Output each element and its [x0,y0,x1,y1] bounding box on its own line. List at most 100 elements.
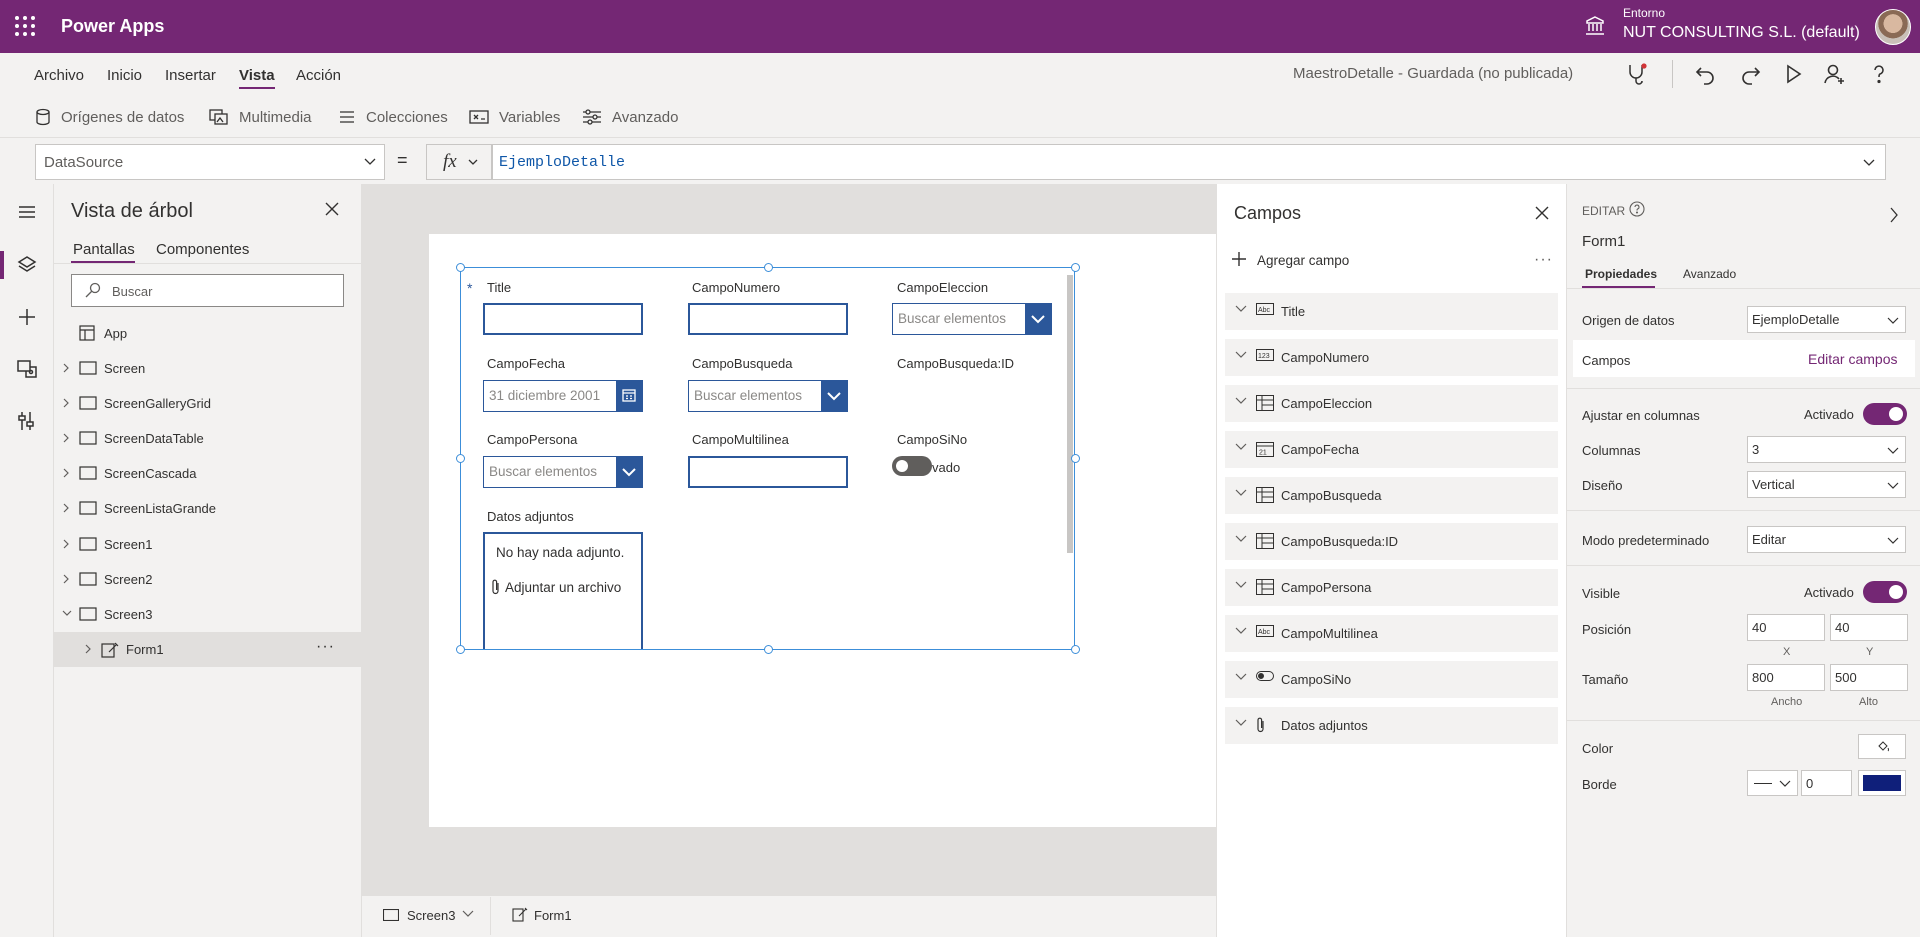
chevron-right-icon[interactable] [62,433,70,443]
field-row[interactable]: CampoBusqueda:ID [1225,523,1558,560]
ribbon-variables[interactable]: Variables [469,106,560,128]
layout-dropdown[interactable]: Vertical [1747,471,1906,498]
resize-handle[interactable] [1071,645,1080,654]
chevron-right-icon[interactable] [62,398,70,408]
tab-componentes[interactable]: Componentes [156,241,249,258]
menu-insertar[interactable]: Insertar [165,67,216,84]
field-row[interactable]: Abc Title [1225,293,1558,330]
chevron-down-icon[interactable] [1235,305,1247,313]
ribbon-multimedia[interactable]: Multimedia [209,106,312,128]
border-width-input[interactable]: 0 [1801,770,1852,796]
chevron-right-icon[interactable] [1889,207,1899,223]
fx-button[interactable]: fx [426,144,492,180]
data-source-dropdown[interactable]: EjemploDetalle [1747,306,1906,333]
breadcrumb-control[interactable]: Form1 [534,908,572,923]
border-color-picker[interactable] [1858,770,1906,796]
environment-name[interactable]: NUT CONSULTING S.L. (default) [1623,24,1860,42]
undo-icon[interactable] [1692,60,1720,88]
tab-avanzado[interactable]: Avanzado [1683,267,1736,281]
add-field-button[interactable]: Agregar campo [1257,253,1349,268]
menu-inicio[interactable]: Inicio [107,67,142,84]
resize-handle[interactable] [456,645,465,654]
resize-handle[interactable] [764,263,773,272]
tree-item-screenlistagrande[interactable]: ScreenListaGrande [54,491,362,526]
tree-item-app[interactable]: App [54,316,362,351]
expand-formula-icon[interactable] [1863,159,1875,167]
resize-handle[interactable] [1071,454,1080,463]
resize-handle[interactable] [456,454,465,463]
formula-input[interactable]: EjemploDetalle [492,144,1886,180]
tree-item-screen1[interactable]: Screen1 [54,527,362,562]
tree-item-screendatatable[interactable]: ScreenDataTable [54,421,362,456]
resize-handle[interactable] [764,645,773,654]
chevron-right-icon[interactable] [84,644,92,654]
menu-vista[interactable]: Vista [239,67,275,84]
chevron-down-icon[interactable] [1235,489,1247,497]
snap-columns-toggle[interactable] [1863,403,1907,425]
field-row[interactable]: CampoBusqueda [1225,477,1558,514]
chevron-right-icon[interactable] [62,574,70,584]
more-options-icon[interactable]: ··· [316,638,335,656]
resize-handle[interactable] [1071,263,1080,272]
chevron-right-icon[interactable] [62,468,70,478]
tree-item-screencascada[interactable]: ScreenCascada [54,456,362,491]
chevron-down-icon[interactable] [1235,719,1247,727]
menu-accion[interactable]: Acción [296,67,341,84]
more-options-icon[interactable]: ··· [1534,251,1553,269]
field-row[interactable]: Datos adjuntos [1225,707,1558,744]
chevron-down-icon[interactable] [462,910,474,918]
help-circle-icon[interactable] [1629,201,1645,217]
close-icon[interactable] [325,202,339,216]
chevron-right-icon[interactable] [62,503,70,513]
tree-search-input[interactable]: Buscar [71,274,344,307]
data-media-icon[interactable] [15,357,39,381]
field-row[interactable]: Abc CampoMultilinea [1225,615,1558,652]
play-icon[interactable] [1779,60,1807,88]
app-checker-icon[interactable] [1622,60,1650,88]
form-selection-frame[interactable] [460,267,1075,650]
color-picker[interactable] [1858,734,1906,759]
share-user-icon[interactable] [1821,60,1849,88]
chevron-right-icon[interactable] [62,363,70,373]
field-row[interactable]: CampoSiNo [1225,661,1558,698]
tree-item-form1[interactable]: Form1 ··· [54,632,362,667]
redo-icon[interactable] [1736,60,1764,88]
field-row[interactable]: CampoPersona [1225,569,1558,606]
chevron-down-icon[interactable] [1235,443,1247,451]
close-icon[interactable] [1535,206,1549,220]
chevron-down-icon[interactable] [1235,351,1247,359]
chevron-right-icon[interactable] [62,539,70,549]
position-x-input[interactable]: 40 [1747,614,1825,641]
ribbon-data-sources[interactable]: Orígenes de datos [35,106,184,128]
hamburger-menu-icon[interactable] [15,200,39,224]
breadcrumb-screen[interactable]: Screen3 [407,908,455,923]
chevron-down-icon[interactable] [1235,627,1247,635]
columns-dropdown[interactable]: 3 [1747,436,1906,463]
avatar[interactable] [1875,9,1911,45]
control-name[interactable]: Form1 [1582,233,1625,250]
app-launcher-icon[interactable] [14,15,36,37]
chevron-down-icon[interactable] [62,609,72,617]
help-icon[interactable] [1865,60,1893,88]
edit-fields-link[interactable]: Editar campos [1808,351,1897,367]
tree-item-screen2[interactable]: Screen2 [54,562,362,597]
advanced-tools-icon[interactable] [15,409,39,433]
insert-plus-icon[interactable] [15,305,39,329]
resize-handle[interactable] [456,263,465,272]
property-dropdown[interactable]: DataSource [35,144,385,180]
menu-archivo[interactable]: Archivo [34,67,84,84]
position-y-input[interactable]: 40 [1830,614,1908,641]
border-style-dropdown[interactable] [1747,770,1798,796]
tree-view-layers-icon[interactable] [15,253,39,277]
tree-item-screen[interactable]: Screen [54,351,362,386]
tree-item-screengallerygrid[interactable]: ScreenGalleryGrid [54,386,362,421]
height-input[interactable]: 500 [1830,664,1908,691]
chevron-down-icon[interactable] [1235,673,1247,681]
field-row[interactable]: 123 CampoNumero [1225,339,1558,376]
field-row[interactable]: 21 CampoFecha [1225,431,1558,468]
default-mode-dropdown[interactable]: Editar [1747,526,1906,553]
chevron-down-icon[interactable] [1235,397,1247,405]
width-input[interactable]: 800 [1747,664,1825,691]
tree-item-screen3[interactable]: Screen3 [54,597,362,632]
field-row[interactable]: CampoEleccion [1225,385,1558,422]
